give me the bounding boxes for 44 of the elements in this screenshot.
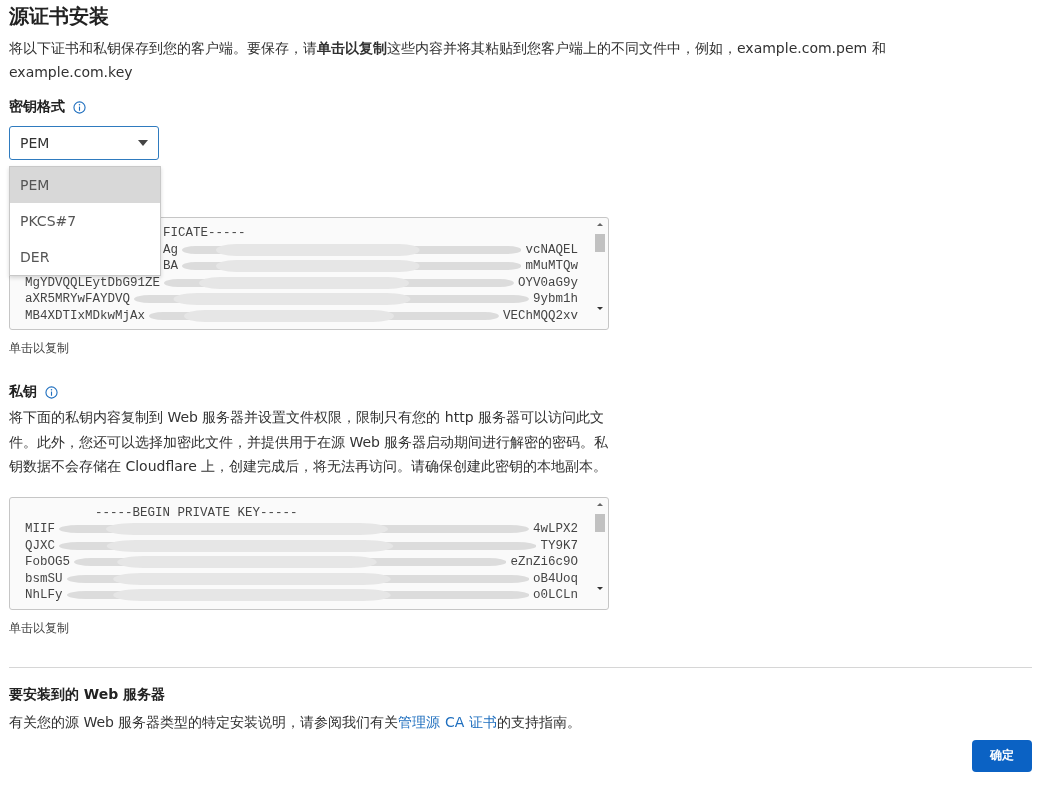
code-text: 9ybm1h (533, 291, 578, 308)
code-text: VEChMQQ2xv (503, 307, 578, 324)
code-line: FICATE----- (163, 225, 246, 242)
confirm-button[interactable]: 确定 (972, 739, 1032, 772)
code-text: FobOG5 (25, 554, 70, 571)
code-text: bsmSU (25, 570, 63, 587)
code-text: eZnZi6c9O (510, 554, 578, 571)
code-text: BA (163, 258, 178, 275)
format-dropdown[interactable]: PEM (9, 126, 159, 160)
copy-hint[interactable]: 单击以复制 (9, 619, 69, 637)
field-label: 私钥 (9, 383, 37, 401)
section-heading: 要安装到的 Web 服务器 (9, 685, 166, 704)
code-text: TY9K7 (540, 537, 578, 554)
info-icon[interactable] (45, 385, 58, 399)
page-title: 源证书安装 (9, 3, 110, 30)
code-text: mMuMTQw (525, 258, 578, 275)
dropdown-option[interactable]: PKCS#7 (10, 203, 160, 239)
code-text: 4wLPX2 (533, 521, 578, 538)
code-box[interactable]: -----BEGIN PRIVATE KEY----- MIIF 4wLPX2 QJXC TY9K7 FobOG5 eZnZi6c9O bsmSU oB4Uoq NhLFy o0LCLn (9, 496, 609, 610)
dropdown-option[interactable]: PEM (10, 167, 160, 203)
code-line: -----BEGIN PRIVATE KEY----- (94, 504, 298, 521)
install-text: 有关您的源 Web 服务器类型的特定安装说明，请参阅我们有关 (9, 713, 399, 730)
intro-text: 将以下证书和私钥保存到您的客户端。要保存，请单击以复制这些内容并将其粘贴到您客户端上的不同文件中，例如，example.com.pem 和 example.com.key (9, 39, 887, 82)
code-text: o0LCLn (533, 587, 578, 604)
code-text: MIIF (25, 521, 55, 538)
install-text: 的支持指南。 (496, 713, 581, 730)
code-text: aXR5MRYwFAYDVQ (25, 291, 131, 308)
code-text: MgYDVQQLEytDbG91ZE (25, 274, 161, 291)
field-label: 密钥格式 (9, 98, 65, 116)
code-text: oB4Uoq (533, 570, 578, 587)
code-text: MB4XDTIxMDkwMjAx (25, 307, 146, 324)
code-text: QJXC (25, 537, 55, 554)
copy-hint[interactable]: 单击以复制 (9, 340, 69, 357)
scrollbar[interactable] (594, 500, 606, 593)
guide-link[interactable]: 管理源 CA 证书 (398, 713, 497, 730)
code-text: Ag (163, 241, 178, 258)
code-text: vcNAQEL (525, 241, 578, 258)
scrollbar[interactable] (594, 221, 606, 313)
code-text: NhLFy (25, 587, 63, 604)
caret-icon (138, 140, 148, 146)
private-key-description: 将下面的私钥内容复制到 Web 服务器并设置文件权限，限制只有您的 http 服务器可以访问此文件。此外，您还可以选择加密此文件，并提供用于在源 Web 服务器启动期间进行解密的密码。私钥数据不会存储在 Cloudflare 上，创建完成后，将无法再访问。请确保创建此密钥的本地副本。 (9, 408, 609, 476)
info-icon[interactable] (73, 100, 86, 114)
dropdown-option[interactable]: DER (10, 239, 160, 275)
code-text: OYV0aG9y (518, 274, 578, 291)
